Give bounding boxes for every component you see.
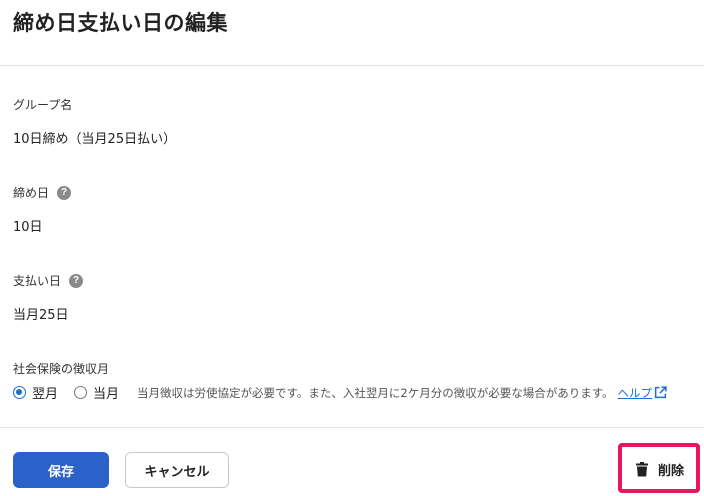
question-circle-icon[interactable]: ? [57,185,72,200]
question-circle-icon[interactable]: ? [69,273,84,288]
payment-day-label: 支払い日 [13,274,62,288]
help-link-label[interactable]: ヘルプ [618,385,653,401]
payment-day-label-row: 支払い日 ? [13,272,84,289]
payment-day-value: 当月25日 [13,308,69,323]
trash-icon [635,461,648,476]
delete-button[interactable]: 削除 [628,453,692,485]
external-link-icon [654,386,667,399]
footer-divider [0,427,704,428]
social-insurance-radio-group: 翌月 当月 当月徴収は労使協定が必要です。また、入社翌月に2ケ月分の徴収が必要な… [13,383,667,402]
closing-day-label: 締め日 [13,186,50,200]
radio-next-month-label[interactable]: 翌月 [32,383,58,402]
save-button[interactable]: 保存 [13,452,109,488]
social-insurance-label: 社会保険の徴収月 [13,362,110,376]
radio-current-month-label[interactable]: 当月 [93,383,119,402]
page-title: 締め日支払い日の編集 [13,11,228,35]
group-name-value: 10日締め（当月25日払い） [13,132,177,147]
radio-next-month[interactable] [13,386,26,399]
social-insurance-note: 当月徴収は労使協定が必要です。また、入社翌月に2ケ月分の徴収が必要な場合がありま… [137,385,614,400]
header-divider [0,65,704,66]
radio-current-month[interactable] [74,386,88,399]
help-link[interactable]: ヘルプ [618,385,668,401]
closing-day-value: 10日 [13,220,43,235]
group-name-label: グループ名 [13,98,73,112]
closing-day-label-row: 締め日 ? [13,184,72,201]
cancel-button[interactable]: キャンセル [125,452,229,488]
delete-label[interactable]: 削除 [658,460,684,479]
